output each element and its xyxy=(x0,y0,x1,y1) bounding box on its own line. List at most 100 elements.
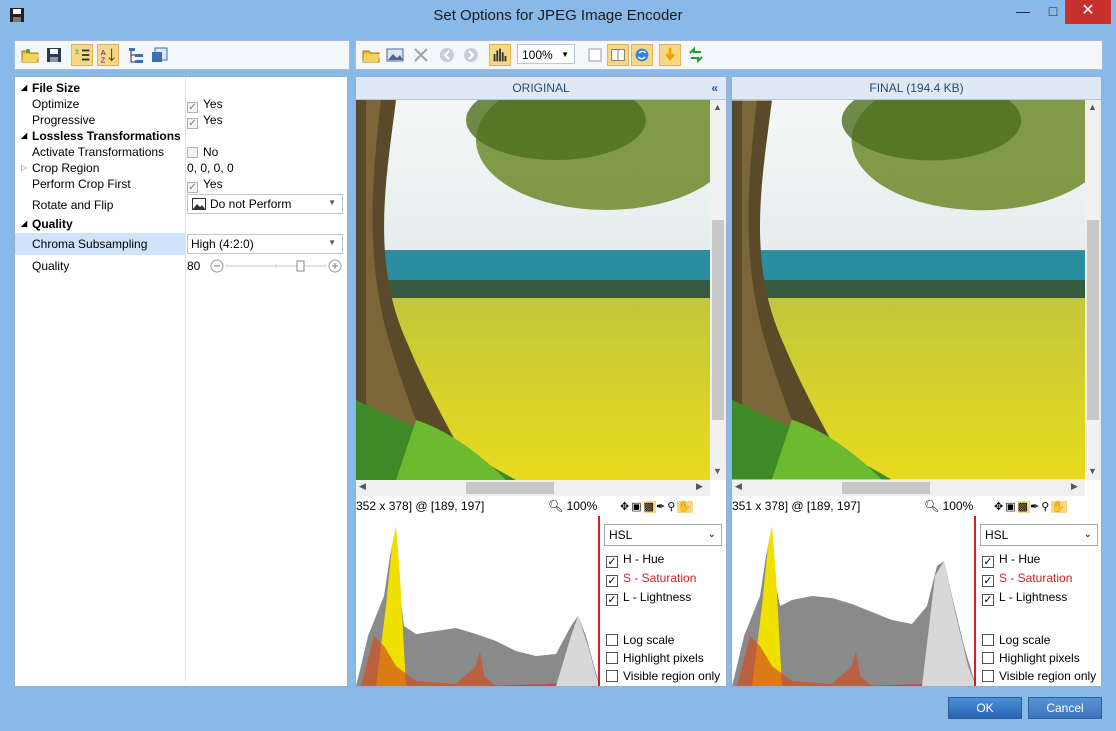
single-view-icon[interactable] xyxy=(584,44,606,66)
row-progressive[interactable]: Progressive ✓ Yes xyxy=(15,112,343,129)
eyedropper-icon[interactable]: ✒ xyxy=(1030,501,1041,513)
scrollbar-thumb[interactable] xyxy=(1087,220,1099,420)
collapse-arrows-icon[interactable]: « xyxy=(711,77,718,99)
hand-tool-icon[interactable]: ✋ xyxy=(1051,501,1068,513)
option-visible-region[interactable]: Visible region only xyxy=(982,668,1096,684)
channel-hue[interactable]: ✓ H - Hue xyxy=(982,551,1040,568)
fit-icon[interactable]: ▣ xyxy=(1005,501,1017,513)
channel-saturation[interactable]: ✓ S - Saturation xyxy=(982,570,1072,587)
center-icon[interactable]: ✥ xyxy=(620,501,631,513)
zoom-select[interactable]: 100% ▼ xyxy=(517,44,575,64)
expand-icon[interactable]: ▷ xyxy=(21,160,27,176)
scroll-up-icon[interactable]: ▲ xyxy=(713,102,722,112)
final-vertical-scrollbar[interactable]: ▲ ▼ xyxy=(1085,100,1101,480)
saturation-checkbox[interactable]: ✓ xyxy=(606,575,618,587)
final-horizontal-scrollbar[interactable]: ◀ ▶ xyxy=(732,480,1085,496)
scrollbar-thumb[interactable] xyxy=(842,482,930,494)
histogram-icon[interactable] xyxy=(489,44,511,66)
color-picker-icon[interactable]: ▩ xyxy=(1017,501,1031,513)
split-view-icon[interactable] xyxy=(607,44,629,66)
scroll-right-icon[interactable]: ▶ xyxy=(696,481,703,492)
option-visible-region[interactable]: Visible region only xyxy=(606,668,720,684)
option-highlight-pixels[interactable]: Highlight pixels xyxy=(606,650,704,666)
tree-view-icon[interactable] xyxy=(125,44,147,66)
scroll-left-icon[interactable]: ◀ xyxy=(735,481,742,492)
hue-checkbox[interactable]: ✓ xyxy=(606,556,618,568)
option-log-scale[interactable]: Log scale xyxy=(606,632,674,648)
open-image-icon[interactable] xyxy=(360,44,382,66)
minimize-button[interactable]: — xyxy=(1006,0,1040,24)
cancel-button[interactable]: Cancel xyxy=(1028,697,1102,719)
swap-arrows-icon[interactable] xyxy=(685,44,707,66)
scroll-up-icon[interactable]: ▲ xyxy=(1088,102,1097,112)
scrollbar-thumb[interactable] xyxy=(712,220,724,420)
perform-crop-first-checkbox[interactable]: ✓ xyxy=(187,182,198,193)
collapse-icon[interactable]: ◢ xyxy=(21,216,27,232)
property-pages-icon[interactable] xyxy=(149,44,171,66)
scroll-right-icon[interactable]: ▶ xyxy=(1071,481,1078,492)
highlight-pixels-checkbox[interactable] xyxy=(606,652,618,664)
option-highlight-pixels[interactable]: Highlight pixels xyxy=(982,650,1080,666)
fit-icon[interactable]: ▣ xyxy=(631,501,643,513)
activate-transformations-checkbox[interactable] xyxy=(187,147,198,158)
saturation-checkbox[interactable]: ✓ xyxy=(982,575,994,587)
scrollbar-thumb[interactable] xyxy=(466,482,554,494)
collapse-icon[interactable]: ◢ xyxy=(21,128,27,144)
visible-region-checkbox[interactable] xyxy=(982,670,994,682)
lightness-checkbox[interactable]: ✓ xyxy=(606,594,618,606)
collapse-icon[interactable]: ◢ xyxy=(21,80,27,96)
log-scale-checkbox[interactable] xyxy=(982,634,994,646)
histogram-mode-select[interactable]: HSL ⌄ xyxy=(980,524,1098,546)
row-optimize[interactable]: Optimize ✓ Yes xyxy=(15,96,343,113)
final-image[interactable] xyxy=(732,100,1085,480)
color-picker-icon[interactable]: ▩ xyxy=(643,501,657,513)
zoom-tool-icon[interactable]: ⚲ xyxy=(667,501,677,513)
visible-region-checkbox[interactable] xyxy=(606,670,618,682)
hand-tool-icon[interactable]: ✋ xyxy=(677,501,694,513)
categorized-icon[interactable]: ± xyxy=(71,44,93,66)
original-image[interactable] xyxy=(356,100,710,480)
channel-lightness[interactable]: ✓ L - Lightness xyxy=(982,589,1067,606)
chroma-subsampling-dropdown[interactable]: High (4:2:0) ▼ xyxy=(187,234,343,254)
sync-icon[interactable] xyxy=(631,44,653,66)
maximize-button[interactable]: □ xyxy=(1040,0,1066,24)
eyedropper-icon[interactable]: ✒ xyxy=(656,501,667,513)
channel-saturation[interactable]: ✓ S - Saturation xyxy=(606,570,696,587)
channel-hue[interactable]: ✓ H - Hue xyxy=(606,551,664,568)
scroll-down-icon[interactable]: ▼ xyxy=(713,466,722,476)
hue-checkbox[interactable]: ✓ xyxy=(982,556,994,568)
row-crop-region[interactable]: ▷ Crop Region 0, 0, 0, 0 xyxy=(15,160,343,176)
category-lossless[interactable]: ◢ Lossless Transformations xyxy=(15,128,343,144)
fit-icon[interactable] xyxy=(410,44,432,66)
row-activate-transformations[interactable]: Activate Transformations No xyxy=(15,144,343,160)
channel-lightness[interactable]: ✓ L - Lightness xyxy=(606,589,691,606)
dropdown-value: High (4:2:0) xyxy=(191,237,254,251)
zoom-tool-icon[interactable]: ⚲ xyxy=(1041,501,1051,513)
save-icon[interactable] xyxy=(43,44,65,66)
forward-icon[interactable] xyxy=(460,44,482,66)
log-scale-checkbox[interactable] xyxy=(606,634,618,646)
close-button[interactable]: ✕ xyxy=(1065,0,1111,24)
histogram-mode-select[interactable]: HSL ⌄ xyxy=(604,524,722,546)
option-log-scale[interactable]: Log scale xyxy=(982,632,1050,648)
lightness-checkbox[interactable]: ✓ xyxy=(982,594,994,606)
image-icon[interactable] xyxy=(384,44,406,66)
back-icon[interactable] xyxy=(436,44,458,66)
pin-icon[interactable] xyxy=(659,44,681,66)
sort-alphabetical-icon[interactable]: AZ xyxy=(97,44,119,66)
quality-slider[interactable] xyxy=(209,258,343,274)
zoom-indicator: 🔍︎ 100% xyxy=(548,497,597,515)
highlight-pixels-checkbox[interactable] xyxy=(982,652,994,664)
category-quality[interactable]: ◢ Quality xyxy=(15,216,343,232)
row-perform-crop-first[interactable]: Perform Crop First ✓ Yes xyxy=(15,176,343,193)
scroll-down-icon[interactable]: ▼ xyxy=(1088,466,1097,476)
original-vertical-scrollbar[interactable]: ▲ ▼ xyxy=(710,100,726,480)
center-icon[interactable]: ✥ xyxy=(994,501,1005,513)
category-file-size[interactable]: ◢ File Size xyxy=(15,80,343,96)
original-horizontal-scrollbar[interactable]: ◀ ▶ xyxy=(356,480,710,496)
rotate-flip-dropdown[interactable]: Do not Perform ▼ xyxy=(187,194,343,214)
scroll-left-icon[interactable]: ◀ xyxy=(359,481,366,492)
open-folder-icon[interactable] xyxy=(19,44,41,66)
ok-button[interactable]: OK xyxy=(948,697,1022,719)
checkbox-label: Log scale xyxy=(999,633,1051,647)
